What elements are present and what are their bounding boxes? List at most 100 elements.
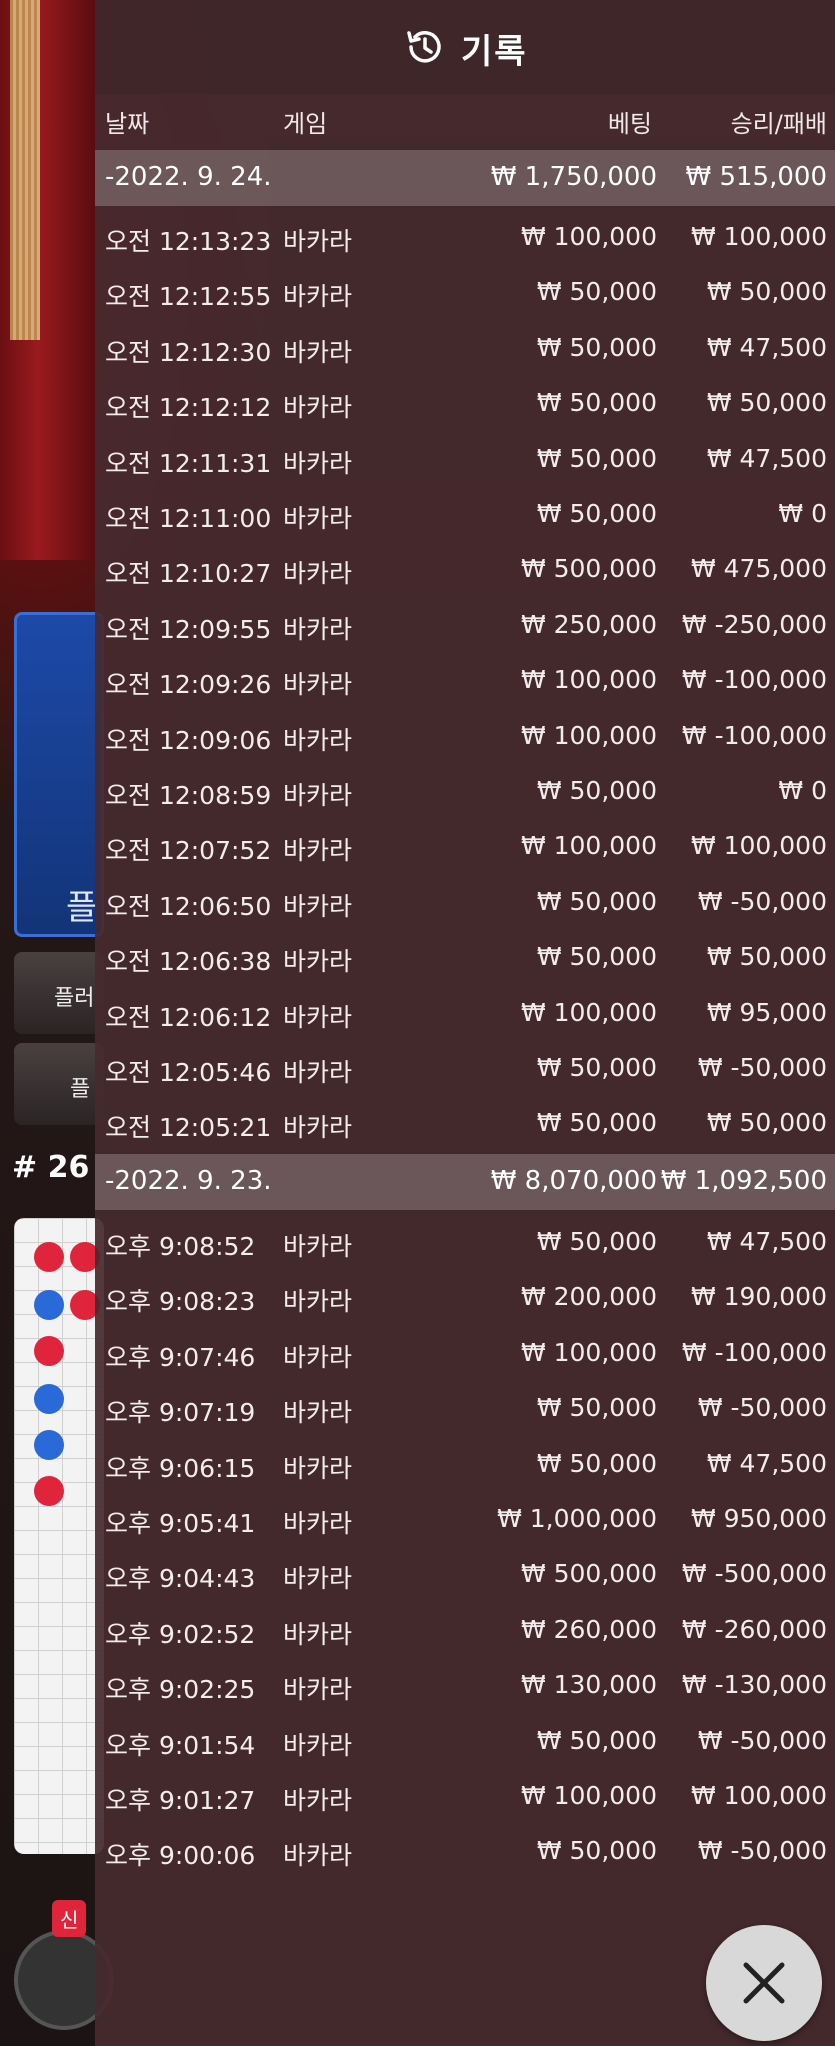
history-row[interactable]: 오전 12:11:00 바카라 ₩ 50,000 ₩ 0 [95,487,835,542]
row-game: 바카라 [283,1002,353,1032]
history-row[interactable]: 오전 12:12:55 바카라 ₩ 50,000 ₩ 50,000 [95,265,835,320]
row-result: ₩ -50,000 [697,886,827,916]
history-row[interactable]: 오후 9:07:46 바카라 ₩ 100,000 ₩ -100,000 [95,1326,835,1381]
row-time: 오전 12:11:31 [105,448,272,478]
row-time: 오전 12:05:21 [105,1113,272,1143]
row-game: 바카라 [283,947,353,977]
history-header: 기록 [95,0,835,94]
row-game: 바카라 [283,227,353,256]
history-row[interactable]: 오후 9:01:27 바카라 ₩ 100,000 ₩ 100,000 [95,1769,835,1824]
road-player-dot [34,1290,64,1320]
history-row[interactable]: 오전 12:10:27 바카라 ₩ 500,000 ₩ 475,000 [95,542,835,597]
row-bet: ₩ 50,000 [536,1053,657,1082]
column-header-bet: 베팅 [607,110,652,138]
row-game: 바카라 [283,1730,353,1760]
row-game: 바카라 [283,1398,353,1428]
history-row[interactable]: 오전 12:05:21 바카라 ₩ 50,000 ₩ 50,000 [95,1096,835,1151]
row-bet: ₩ 100,000 [520,720,657,750]
row-game: 바카라 [283,670,353,700]
history-row[interactable]: 오후 9:04:43 바카라 ₩ 500,000 ₩ -500,000 [95,1547,835,1602]
close-button[interactable] [706,1925,822,2041]
history-row[interactable]: 오후 9:08:52 바카라 ₩ 50,000 ₩ 47,500 [95,1215,835,1270]
row-time: 오후 9:04:43 [105,1564,256,1594]
row-game: 바카라 [283,1453,353,1483]
date-group-header: -2022. 9. 24. ₩ 1,750,000 ₩ 515,000 [95,150,835,206]
row-result: ₩ -100,000 [681,665,827,695]
row-time: 오전 12:05:46 [105,1058,272,1087]
row-bet: ₩ 100,000 [520,1337,657,1367]
history-row[interactable]: 오전 12:12:30 바카라 ₩ 50,000 ₩ 47,500 [95,321,835,376]
history-row[interactable]: 오후 9:01:54 바카라 ₩ 50,000 ₩ -50,000 [95,1714,835,1769]
row-time: 오전 12:10:27 [105,559,272,589]
row-game: 바카라 [283,282,353,312]
row-bet: ₩ 50,000 [536,1227,657,1256]
row-bet: ₩ 50,000 [536,499,657,528]
road-player-dot [34,1430,64,1460]
row-result: ₩ 190,000 [690,1282,827,1312]
history-row[interactable]: 오전 12:12:12 바카라 ₩ 50,000 ₩ 50,000 [95,376,835,431]
row-time: 오후 9:00:06 [105,1841,256,1871]
history-row[interactable]: 오전 12:06:50 바카라 ₩ 50,000 ₩ -50,000 [95,875,835,930]
row-result: ₩ -500,000 [681,1559,827,1589]
row-game: 바카라 [283,614,353,644]
row-time: 오후 9:02:25 [105,1675,256,1705]
history-row[interactable]: 오전 12:11:31 바카라 ₩ 50,000 ₩ 47,500 [95,432,835,487]
row-result: ₩ 100,000 [690,222,827,251]
row-result: ₩ 50,000 [706,388,827,418]
history-row[interactable]: 오전 12:06:38 바카라 ₩ 50,000 ₩ 50,000 [95,930,835,985]
group-bet-total: ₩ 1,750,000 [490,162,657,192]
player-bonus-label: 플 [70,1077,91,1102]
history-row[interactable]: 오전 12:07:52 바카라 ₩ 100,000 ₩ 100,000 [95,819,835,874]
row-bet: ₩ 100,000 [520,1781,657,1810]
group-date: -2022. 9. 23. [105,1166,272,1196]
history-row[interactable]: 오후 9:08:23 바카라 ₩ 200,000 ₩ 190,000 [95,1270,835,1325]
row-game: 바카라 [283,559,353,589]
group-date: -2022. 9. 24. [105,162,272,192]
row-result: ₩ -50,000 [697,1725,827,1755]
history-row[interactable]: 오전 12:09:26 바카라 ₩ 100,000 ₩ -100,000 [95,653,835,708]
player-pair-label: 플러 [54,986,95,1011]
history-row[interactable]: 오후 9:06:15 바카라 ₩ 50,000 ₩ 47,500 [95,1437,835,1492]
row-time: 오전 12:13:23 [105,227,272,256]
row-result: ₩ -100,000 [681,720,827,750]
row-result: ₩ -130,000 [681,1670,827,1700]
row-game: 바카라 [283,1509,353,1538]
history-row[interactable]: 오후 9:05:41 바카라 ₩ 1,000,000 ₩ 950,000 [95,1492,835,1547]
player-pair-button[interactable]: 플러 [14,952,104,1034]
history-row[interactable]: 오후 9:00:06 바카라 ₩ 50,000 ₩ -50,000 [95,1824,835,1879]
history-row[interactable]: 오전 12:06:12 바카라 ₩ 100,000 ₩ 95,000 [95,986,835,1041]
history-row[interactable]: 오전 12:09:06 바카라 ₩ 100,000 ₩ -100,000 [95,709,835,764]
history-row[interactable]: 오후 9:07:19 바카라 ₩ 50,000 ₩ -50,000 [95,1381,835,1436]
row-result: ₩ -100,000 [681,1337,827,1367]
row-bet: ₩ 100,000 [520,222,657,251]
player-bonus-button[interactable]: 플 [14,1043,104,1125]
row-time: 오전 12:12:55 [105,282,272,312]
row-time: 오전 12:07:52 [105,836,272,866]
history-row[interactable]: 오전 12:09:55 바카라 ₩ 250,000 ₩ -250,000 [95,598,835,653]
row-game: 바카라 [283,1675,353,1705]
new-badge: 신 [52,1900,87,1937]
row-result: ₩ -50,000 [697,1053,827,1082]
row-bet: ₩ 50,000 [536,1725,657,1755]
row-bet: ₩ 50,000 [536,942,657,972]
row-bet: ₩ 50,000 [536,886,657,916]
road-player-dot [34,1384,64,1414]
row-result: ₩ 475,000 [690,554,827,584]
row-game: 바카라 [283,504,353,533]
history-row[interactable]: 오전 12:08:59 바카라 ₩ 50,000 ₩ 0 [95,764,835,819]
row-result: ₩ 95,000 [706,997,827,1027]
row-bet: ₩ 260,000 [520,1614,657,1644]
row-bet: ₩ 100,000 [520,831,657,861]
row-time: 오전 12:06:38 [105,947,272,977]
history-row[interactable]: 오전 12:13:23 바카라 ₩ 100,000 ₩ 100,000 [95,210,835,265]
history-icon [407,31,441,63]
history-row[interactable]: 오후 9:02:25 바카라 ₩ 130,000 ₩ -130,000 [95,1658,835,1713]
row-time: 오후 9:02:52 [105,1619,256,1649]
row-result: ₩ 50,000 [706,942,827,972]
row-bet: ₩ 50,000 [536,388,657,418]
row-result: ₩ 50,000 [706,277,827,307]
row-game: 바카라 [283,836,353,866]
history-row[interactable]: 오전 12:05:46 바카라 ₩ 50,000 ₩ -50,000 [95,1041,835,1096]
history-row[interactable]: 오후 9:02:52 바카라 ₩ 260,000 ₩ -260,000 [95,1603,835,1658]
row-game: 바카라 [283,1786,353,1815]
